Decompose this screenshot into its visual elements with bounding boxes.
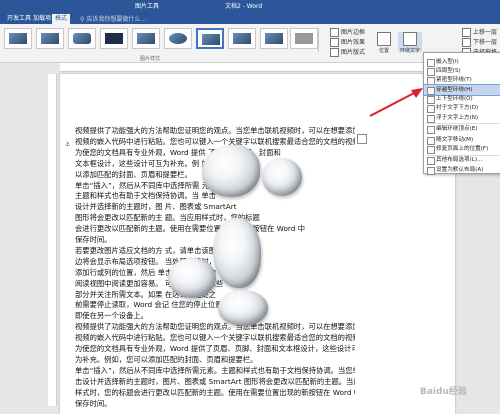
set-default-icon (427, 166, 435, 175)
wrap-menu-item[interactable]: 编辑环绕顶点(E) (424, 124, 500, 134)
document-line: 单击“插入”，然后从不同库中选择所需元素。主题和样式也有助于文档保持协调。当您单 (75, 365, 355, 375)
document-line: 会进行更改以匹配新的主题。使用在需要位置 出现的新按钮在 Word 中 (75, 224, 306, 234)
fix-position-icon (427, 146, 435, 155)
wrap-menu-item-label: 浮于文字上方(N) (436, 114, 479, 121)
water-drop-image[interactable] (168, 258, 216, 298)
document-line: 部分并关注所需文本。如果 在达到结尾处之 (75, 289, 216, 299)
wrap-text-menu: 嵌入型(I) 四周型(S) 紧密型环绕(T) 穿越型环绕(H) 上下型环绕(O) 衬于文字… (423, 52, 500, 175)
document-line: 样式时，您的标题会进行更改以匹配新的主题。使用在需要位置出现的新按钮在 Word… (75, 387, 355, 397)
water-drop-image[interactable] (213, 218, 261, 288)
wrap-menu-item-label: 编辑环绕顶点(E) (436, 125, 478, 132)
anchor-icon: ⚓ (65, 141, 71, 148)
water-drop-image[interactable] (218, 290, 268, 326)
document-line: 视频提供了功能强大的方法帮助您证明您的观点。当您单击联机视频时，可以在想要添加的 (75, 322, 355, 332)
wrap-menu-item-label: 修复页面上的位置(F) (436, 146, 489, 153)
wrap-menu-item[interactable]: 修复页面上的位置(F) (424, 144, 500, 155)
document-line: 为使您的文档具有专业外观，Word 提供了页眉、页脚、封面和文本框设计，这些设计… (75, 344, 355, 353)
water-drop-image[interactable] (262, 158, 302, 196)
document-line: 设计并选择新的主题时，图 片、图表或 SmartArt (75, 202, 237, 212)
document-line: 保存时间。 (75, 398, 112, 408)
document-line: 视频提供了功能强大的方法帮助您证明您的观点。当您单击联机视频时，可以在想要添加的 (75, 126, 355, 135)
layout-options-button[interactable] (357, 134, 367, 144)
edit-wrap-points-icon (427, 125, 435, 134)
document-line: 即使在另一个设备上。 (75, 311, 148, 321)
document-line: 视频的嵌入代码中进行粘贴。您也可以键入一个关键字以联机搜索最适合您的文档的视频。 (75, 333, 355, 343)
document-line: 图形将会更改以匹配新的主 题。当应用样式时，您的标题 (75, 213, 260, 223)
wrap-menu-item-label: 设置为默认布局(A) (436, 166, 484, 173)
document-line: 击设计并选择新的主题时，图片、图表或 SmartArt 图形将会更改以匹配新的主… (75, 376, 355, 386)
wrap-menu-item[interactable]: 浮于文字上方(N) (424, 113, 500, 123)
wrap-menu-item[interactable]: 设置为默认布局(A) (424, 165, 500, 175)
water-drop-image[interactable] (202, 145, 260, 197)
document-line: 为补充。例如，您可以添加匹配的封面、页眉和提要栏。 (75, 354, 258, 364)
watermark: Baidu经验 (420, 387, 467, 397)
document-line: 视频的嵌入代码中进行粘贴。您也可以键入一个关键字以联机搜索最适合您的文档的视频。 (75, 136, 355, 146)
in-front-text-icon (427, 114, 435, 123)
document-line: 前需要停止读取，Word 会记 住您的停止位置 - (75, 300, 228, 310)
